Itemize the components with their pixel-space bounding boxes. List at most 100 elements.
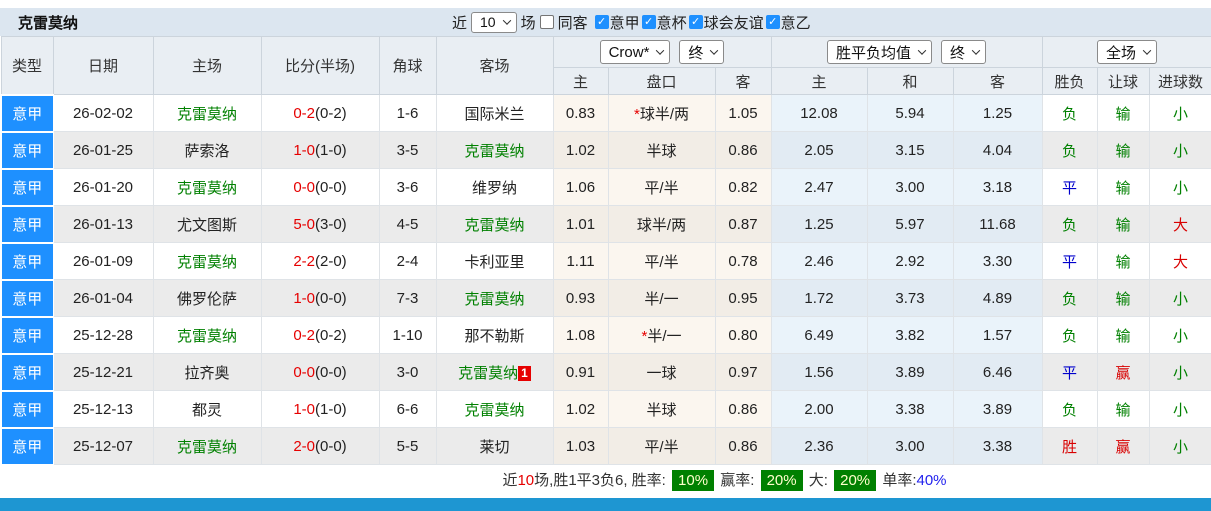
handicap-value: 平/半 <box>644 179 679 197</box>
score-cell: 0-0(0-0) <box>260 168 380 206</box>
score-cell: 1-0(1-0) <box>260 131 380 169</box>
asia-home-odds-cell: 1.02 <box>552 131 609 169</box>
corners-cell: 3-0 <box>378 353 437 391</box>
score-cell: 2-2(2-0) <box>260 242 380 280</box>
corners-cell: 7-3 <box>378 279 437 317</box>
league-cell: 意甲 <box>0 130 54 170</box>
asia-away-odds-cell: 0.82 <box>714 168 772 206</box>
fulltime-score: 2-0 <box>293 437 315 455</box>
corners-cell: 1-6 <box>378 94 437 132</box>
halftime-score: (1-0) <box>315 400 347 418</box>
match-row: 意甲 26-01-04 佛罗伦萨 1-0(0-0) 7-3 克雷莫纳 0.93 … <box>0 278 1211 318</box>
euro-draw-odds-cell: 3.15 <box>866 131 954 169</box>
date-cell: 26-01-25 <box>52 131 154 169</box>
euro-home-odds-cell: 2.00 <box>770 390 868 428</box>
goals-result-cell: 大 <box>1148 242 1211 280</box>
checkbox-checked-icon[interactable]: ✓ <box>641 15 656 29</box>
home-team-cell: 萨索洛 <box>152 131 262 169</box>
fulltime-score: 0-2 <box>293 104 315 122</box>
asia-home-odds-cell: 1.11 <box>552 242 609 280</box>
league-filter[interactable]: ✓ 意杯 <box>641 12 688 33</box>
chevron-down-icon <box>971 46 981 55</box>
handicap-value: 半/一 <box>647 327 682 345</box>
match-row: 意甲 25-12-28 克雷莫纳 0-2(0-2) 1-10 那不勒斯 1.08… <box>0 315 1211 355</box>
handicap-value: 平/半 <box>644 253 679 271</box>
handicap-cell: 半球 <box>607 131 716 169</box>
euro-away-odds-cell: 1.57 <box>952 316 1043 354</box>
goals-result-cell: 小 <box>1148 316 1211 354</box>
asia-home-odds-cell: 0.93 <box>552 279 609 317</box>
league-filter-label: 意乙 <box>780 14 811 32</box>
corners-cell: 3-6 <box>378 168 437 206</box>
checkbox-checked-icon[interactable]: ✓ <box>765 15 780 29</box>
score-cell: 2-0(0-0) <box>260 427 380 465</box>
period-select-value: 全场 <box>1106 44 1137 62</box>
away-team-cell: 克雷莫纳 <box>435 131 554 169</box>
result-cell: 负 <box>1041 390 1098 428</box>
corners-cell: 4-5 <box>378 205 437 243</box>
asia-home-odds-cell: 0.83 <box>552 94 609 132</box>
asia-away-odds-cell: 1.05 <box>714 94 772 132</box>
col-header-goals: 进球数 <box>1148 67 1211 95</box>
euro-away-odds-cell: 1.25 <box>952 94 1043 132</box>
handicap-value: 球半/两 <box>636 216 687 234</box>
euro-home-odds-cell: 2.47 <box>770 168 868 206</box>
period-select[interactable]: 全场 <box>1097 40 1158 64</box>
handicap-cell: 球半/两 <box>607 205 716 243</box>
league-filter[interactable]: ✓ 意甲 <box>594 12 641 33</box>
handicap-cell: 半/一 <box>607 279 716 317</box>
corners-cell: 3-5 <box>378 131 437 169</box>
league-filter[interactable]: ✓ 球会友谊 <box>688 12 765 33</box>
handicap-result-cell: 输 <box>1096 316 1150 354</box>
asia-home-odds-cell: 0.91 <box>552 353 609 391</box>
col-header-euro-away: 客 <box>952 67 1043 95</box>
home-team-cell: 克雷莫纳 <box>152 316 262 354</box>
halftime-score: (0-2) <box>315 104 347 122</box>
checkbox-checked-icon[interactable]: ✓ <box>688 15 703 29</box>
col-header-result: 胜负 <box>1041 67 1098 95</box>
euro-draw-odds-cell: 3.38 <box>866 390 954 428</box>
goals-result-cell: 小 <box>1148 353 1211 391</box>
goals-result-cell: 小 <box>1148 427 1211 465</box>
handicap-result-cell: 输 <box>1096 205 1150 243</box>
checkbox-checked-icon[interactable]: ✓ <box>594 15 609 29</box>
match-row: 意甲 25-12-07 克雷莫纳 2-0(0-0) 5-5 莱切 1.03 平/… <box>0 426 1211 466</box>
asia-home-odds-cell: 1.01 <box>552 205 609 243</box>
col-header-asia-away: 客 <box>714 67 772 95</box>
match-row: 意甲 26-01-09 克雷莫纳 2-2(2-0) 2-4 卡利亚里 1.11 … <box>0 241 1211 281</box>
euro-draw-odds-cell: 3.00 <box>866 427 954 465</box>
corners-cell: 1-10 <box>378 316 437 354</box>
euro-odds-time-select[interactable]: 终 <box>941 40 987 64</box>
fulltime-score: 2-2 <box>293 252 315 270</box>
summary-text: 场,胜1平3负6, 胜率: <box>534 472 666 489</box>
euro-away-odds-cell: 3.89 <box>952 390 1043 428</box>
result-cell: 负 <box>1041 131 1098 169</box>
euro-home-odds-cell: 1.72 <box>770 279 868 317</box>
single-label: 单率: <box>882 472 917 489</box>
fulltime-score: 1-0 <box>293 289 315 307</box>
asia-home-odds-cell: 1.03 <box>552 427 609 465</box>
bookmaker-select[interactable]: Crow* <box>599 40 671 64</box>
euro-odds-select[interactable]: 胜平负均值 <box>826 40 932 64</box>
date-cell: 25-12-07 <box>52 427 154 465</box>
date-cell: 26-01-20 <box>52 168 154 206</box>
handicap-cell: 平/半 <box>607 427 716 465</box>
score-cell: 0-0(0-0) <box>260 353 380 391</box>
euro-draw-odds-cell: 2.92 <box>866 242 954 280</box>
league-filter[interactable]: ✓ 意乙 <box>765 12 812 33</box>
recent-count-select[interactable]: 10 <box>471 11 517 33</box>
away-team-cell: 那不勒斯 <box>435 316 554 354</box>
league-filter-label: 意甲 <box>609 14 640 32</box>
handicap-result-cell: 赢 <box>1096 353 1150 391</box>
result-cell: 负 <box>1041 316 1098 354</box>
date-cell: 25-12-21 <box>52 353 154 391</box>
same-away-checkbox[interactable] <box>539 15 554 29</box>
asia-odds-time-select[interactable]: 终 <box>679 40 725 64</box>
fulltime-score: 0-2 <box>293 326 315 344</box>
euro-away-odds-cell: 3.18 <box>952 168 1043 206</box>
league-cell: 意甲 <box>0 352 54 392</box>
league-cell: 意甲 <box>0 93 54 133</box>
handicap-result-cell: 输 <box>1096 242 1150 280</box>
home-team-cell: 尤文图斯 <box>152 205 262 243</box>
match-row: 意甲 25-12-13 都灵 1-0(1-0) 6-6 克雷莫纳 1.02 半球… <box>0 389 1211 429</box>
